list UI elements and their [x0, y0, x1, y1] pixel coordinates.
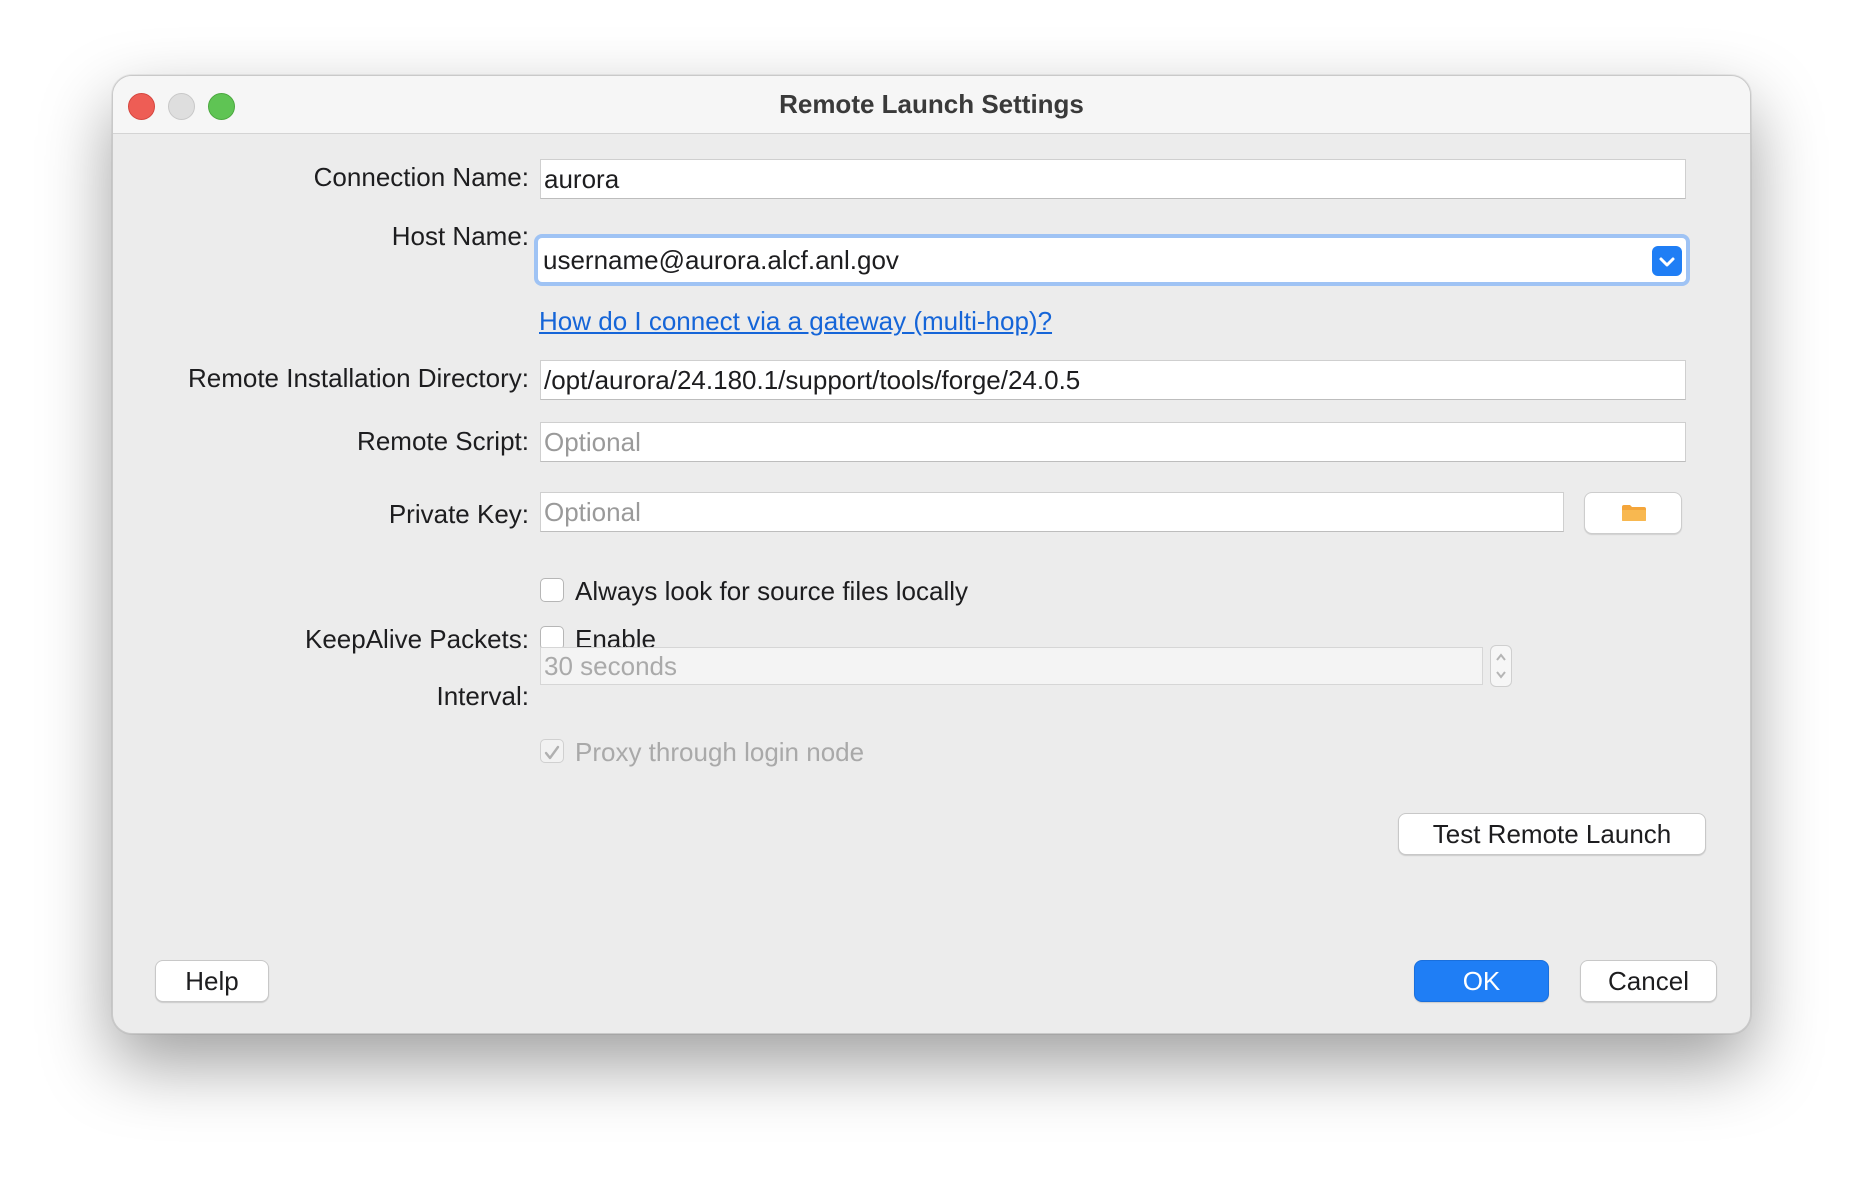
remote-script-field[interactable]: Optional	[540, 422, 1686, 462]
host-name-combobox[interactable]: username@aurora.alcf.anl.gov	[534, 234, 1690, 286]
look-local-checkbox[interactable]	[540, 578, 564, 602]
browse-private-key-button[interactable]	[1584, 492, 1682, 534]
private-key-placeholder: Optional	[544, 497, 641, 527]
host-name-label: Host Name:	[391, 221, 529, 251]
title-bar: Remote Launch Settings	[113, 76, 1750, 134]
connection-name-label: Connection Name:	[313, 162, 529, 192]
keepalive-label: KeepAlive Packets:	[304, 624, 529, 654]
remote-launch-settings-window: Remote Launch Settings Connection Name: …	[112, 75, 1751, 1034]
chevron-down-icon[interactable]	[1652, 246, 1682, 276]
private-key-field[interactable]: Optional	[540, 492, 1564, 532]
cancel-button[interactable]: Cancel	[1580, 960, 1717, 1002]
connection-name-field[interactable]: aurora	[540, 159, 1686, 199]
folder-icon	[1622, 505, 1646, 521]
private-key-label: Private Key:	[388, 499, 529, 529]
window-title: Remote Launch Settings	[779, 89, 1084, 119]
install-dir-field[interactable]: /opt/aurora/24.180.1/support/tools/forge…	[540, 360, 1686, 400]
host-name-value[interactable]: username@aurora.alcf.anl.gov	[543, 245, 899, 275]
gateway-help-link[interactable]: How do I connect via a gateway (multi-ho…	[539, 306, 1052, 337]
test-remote-launch-button[interactable]: Test Remote Launch	[1398, 813, 1706, 855]
checkmark-icon	[544, 745, 560, 760]
stepper-arrows-icon	[1496, 653, 1506, 679]
help-button[interactable]: Help	[155, 960, 269, 1002]
proxy-label: Proxy through login node	[575, 737, 865, 767]
remote-script-label: Remote Script:	[357, 426, 529, 456]
proxy-checkbox	[540, 739, 564, 763]
remote-script-placeholder: Optional	[544, 427, 641, 457]
interval-label: Interval:	[436, 681, 530, 711]
interval-stepper	[1490, 645, 1512, 687]
install-dir-label: Remote Installation Directory:	[187, 363, 529, 393]
interval-field: 30 seconds	[540, 647, 1483, 685]
ok-button[interactable]: OK	[1414, 960, 1549, 1002]
look-local-label: Always look for source files locally	[575, 576, 969, 606]
